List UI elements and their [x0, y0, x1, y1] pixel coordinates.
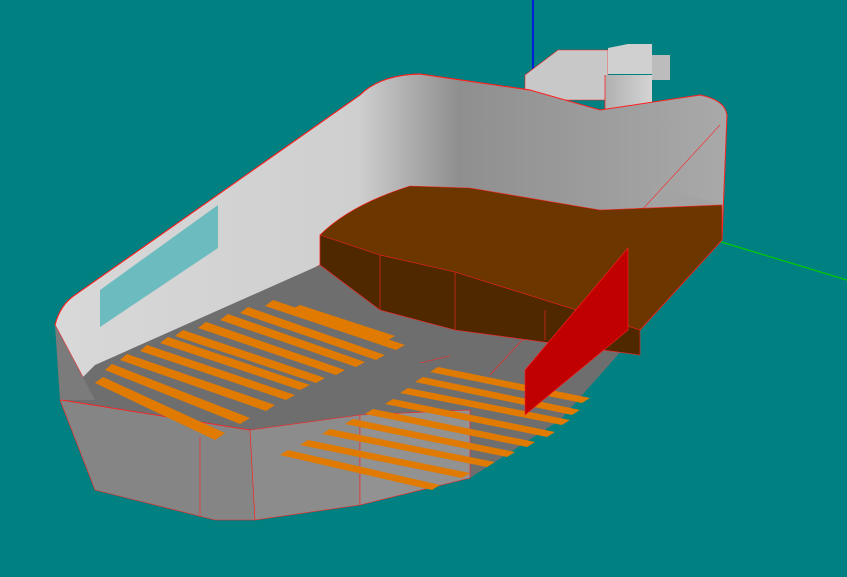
boat-model-scene[interactable] — [0, 0, 847, 577]
3d-viewport[interactable] — [0, 0, 847, 577]
